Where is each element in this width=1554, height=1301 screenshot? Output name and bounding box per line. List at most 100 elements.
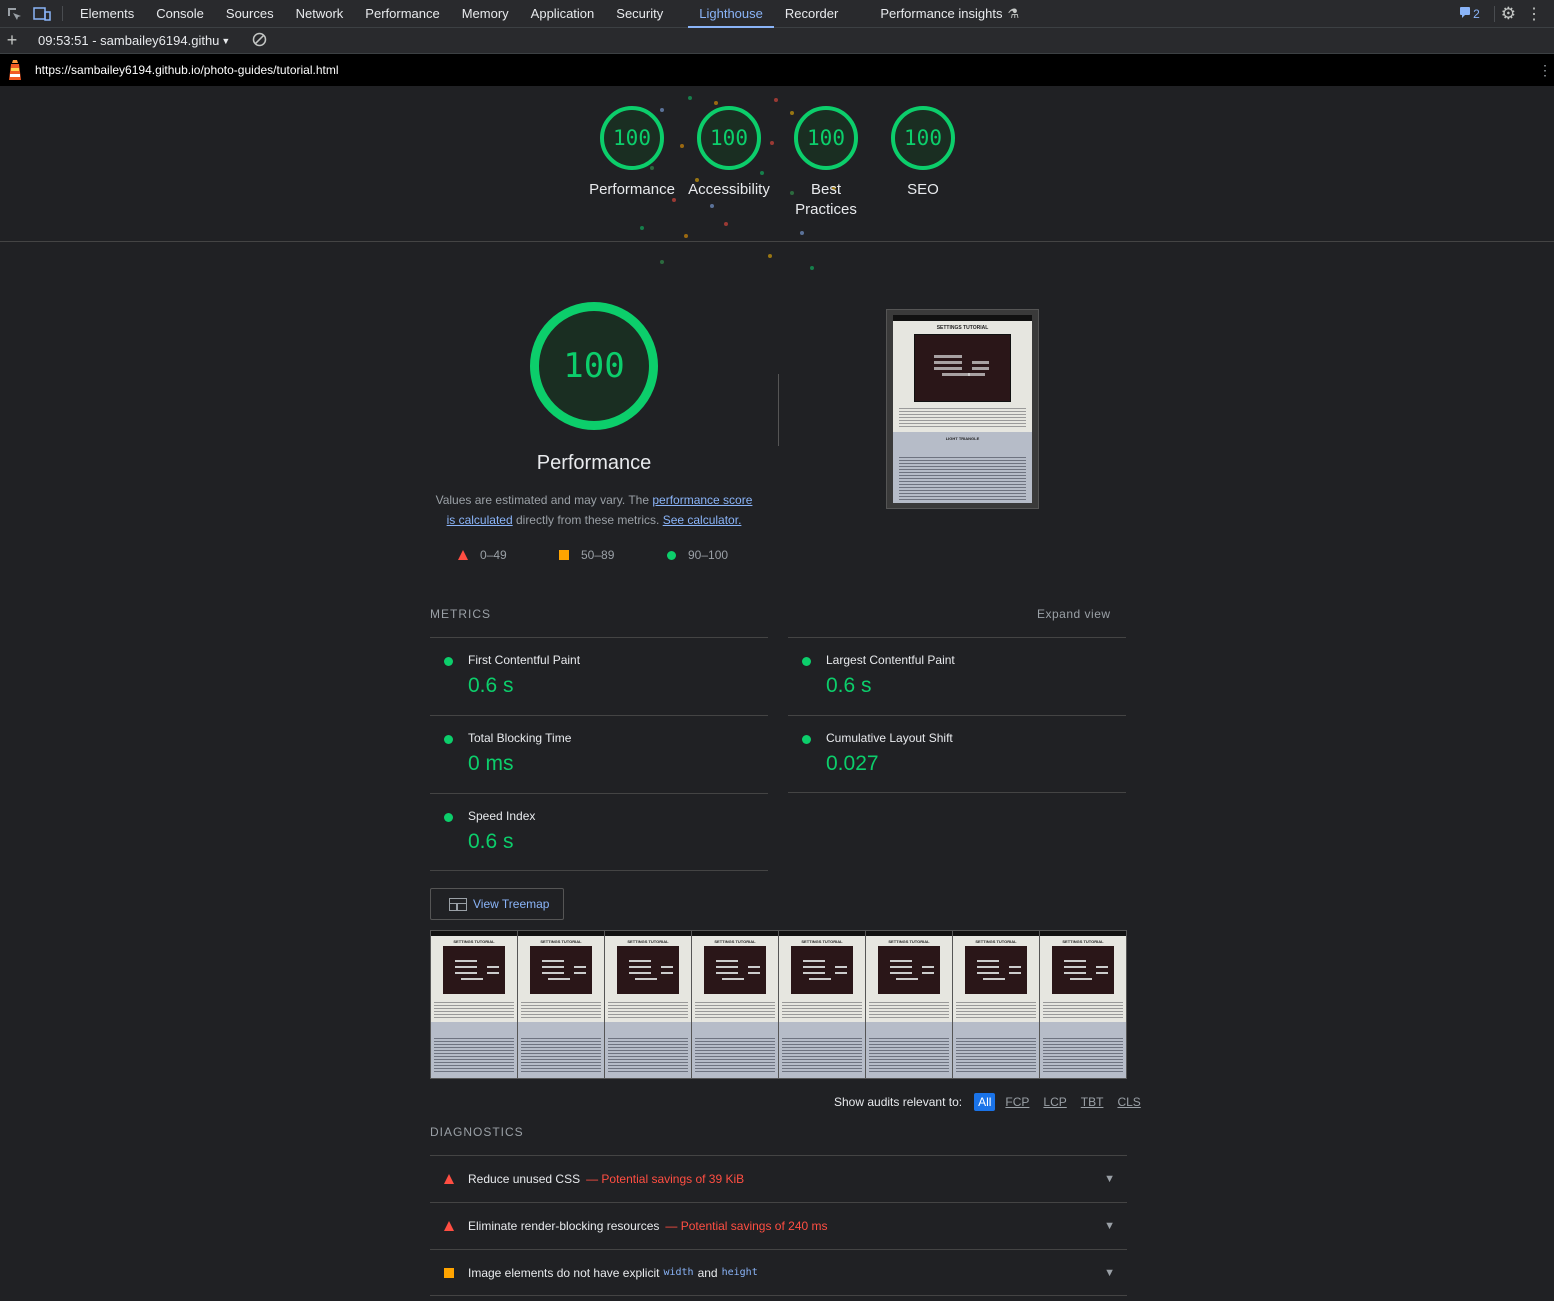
tab-elements[interactable]: Elements — [69, 0, 145, 27]
score-label: Best Practices — [795, 181, 857, 218]
score-gauge: 100 — [697, 106, 761, 170]
screenshot-page: SETTINGS TUTORIAL LIGHT TRIANGLE — [893, 315, 1032, 503]
score-gauge: 100 — [600, 106, 664, 170]
legend-pass: 90–100 — [667, 548, 728, 562]
audit-savings: — Potential savings of 39 KiB — [586, 1172, 745, 1186]
chevron-down-icon[interactable]: ▼ — [1104, 1267, 1115, 1279]
pass-circle-icon — [667, 550, 676, 560]
metric-value: 0.6 s — [468, 830, 514, 853]
confetti-dot — [714, 101, 718, 105]
divider — [778, 374, 779, 446]
metrics-heading: METRICS — [430, 607, 491, 621]
score-performance[interactable]: 100 Performance — [584, 106, 680, 200]
frame-title: SETTINGS TUTORIAL — [540, 939, 582, 944]
metric-cls: Cumulative Layout Shift 0.027 — [788, 715, 1126, 793]
confetti-dot — [640, 226, 644, 230]
confetti-dot — [684, 234, 688, 238]
pass-circle-icon — [444, 813, 453, 822]
chevron-down-icon[interactable]: ▼ — [1104, 1173, 1115, 1185]
filter-all[interactable]: All — [974, 1093, 996, 1111]
report-selector[interactable]: 09:53:51 - sambailey6194.githu ▼ — [38, 33, 230, 48]
tab-console[interactable]: Console — [145, 0, 215, 27]
see-calculator-link[interactable]: See calculator. — [663, 513, 742, 527]
filmstrip-frame: SETTINGS TUTORIAL — [1040, 931, 1126, 1078]
tab-sources[interactable]: Sources — [215, 0, 285, 27]
tab-application[interactable]: Application — [520, 0, 606, 27]
legend-average-label: 50–89 — [581, 548, 615, 562]
clear-block-icon[interactable] — [252, 32, 267, 50]
final-screenshot[interactable]: SETTINGS TUTORIAL LIGHT TRIANGLE — [886, 309, 1039, 509]
confetti-dot — [774, 98, 778, 102]
metric-value: 0.6 s — [468, 674, 514, 697]
score-label: Performance — [589, 181, 675, 198]
settings-gear-icon[interactable]: ⚙ — [1501, 4, 1516, 24]
metric-name: Total Blocking Time — [468, 731, 572, 745]
tab-performance[interactable]: Performance — [354, 0, 450, 27]
score-seo[interactable]: 100 SEO — [875, 106, 971, 200]
report-menu-icon[interactable]: ⋮ — [1538, 62, 1554, 79]
tab-lighthouse[interactable]: Lighthouse — [688, 0, 774, 28]
audit-image-dimensions[interactable]: Image elements do not have explicit widt… — [430, 1249, 1127, 1296]
score-label: SEO — [907, 181, 939, 198]
more-options-icon[interactable]: ⋮ — [1522, 4, 1546, 24]
issues-count: 2 — [1473, 6, 1480, 21]
metric-speed-index: Speed Index 0.6 s — [430, 793, 768, 871]
tab-memory[interactable]: Memory — [451, 0, 520, 27]
tab-performance-insights[interactable]: Performance insights ⚗ — [869, 0, 1030, 27]
device-toolbar-icon[interactable] — [28, 0, 56, 27]
pass-circle-icon — [802, 657, 811, 666]
filmstrip-frame: SETTINGS TUTORIAL — [692, 931, 779, 1078]
new-report-plus-icon[interactable]: + — [0, 30, 24, 51]
filmstrip-frame: SETTINGS TUTORIAL — [518, 931, 605, 1078]
average-square-icon — [559, 550, 569, 560]
screenshot-navbar — [893, 315, 1032, 321]
filter-tbt[interactable]: TBT — [1077, 1093, 1108, 1111]
score-best-practices[interactable]: 100 Best Practices — [778, 106, 874, 220]
lighthouse-logo-icon — [0, 59, 30, 81]
view-treemap-button[interactable]: View Treemap — [430, 888, 564, 920]
performance-title: Performance — [536, 452, 652, 474]
audit-unused-css[interactable]: Reduce unused CSS — Potential savings of… — [430, 1155, 1127, 1202]
filmstrip-frame: SETTINGS TUTORIAL — [779, 931, 866, 1078]
audit-render-blocking[interactable]: Eliminate render-blocking resources — Po… — [430, 1202, 1127, 1249]
score-accessibility[interactable]: 100 Accessibility — [681, 106, 777, 200]
chevron-down-icon[interactable]: ▼ — [1104, 1220, 1115, 1232]
report-url[interactable]: https://sambailey6194.github.io/photo-gu… — [35, 63, 339, 77]
score-gauge: 100 — [891, 106, 955, 170]
legend-average: 50–89 — [559, 548, 614, 562]
frame-title: SETTINGS TUTORIAL — [801, 939, 843, 944]
tab-recorder[interactable]: Recorder — [774, 0, 849, 27]
filter-fcp[interactable]: FCP — [1001, 1093, 1033, 1111]
filmstrip-frame: SETTINGS TUTORIAL — [431, 931, 518, 1078]
lighthouse-toolbar: + 09:53:51 - sambailey6194.githu ▼ — [0, 28, 1554, 54]
fail-triangle-icon — [430, 1174, 468, 1184]
confetti-dot — [710, 204, 714, 208]
confetti-dot — [724, 222, 728, 226]
metric-value: 0 ms — [468, 752, 514, 775]
frame-title: SETTINGS TUTORIAL — [888, 939, 930, 944]
inspect-element-icon[interactable] — [0, 0, 28, 27]
confetti-dot — [688, 96, 692, 100]
performance-description: Values are estimated and may vary. The p… — [432, 490, 756, 530]
expand-view-toggle[interactable]: Expand view — [1037, 607, 1111, 621]
issues-badge[interactable]: 2 — [1451, 6, 1488, 21]
diagnostics-heading: DIAGNOSTICS — [430, 1125, 524, 1139]
metric-name: Largest Contentful Paint — [826, 653, 955, 667]
tab-security[interactable]: Security — [605, 0, 674, 27]
audit-title: Eliminate render-blocking resources — [468, 1219, 660, 1233]
filter-cls[interactable]: CLS — [1113, 1093, 1144, 1111]
screenshot-text-block — [899, 405, 1026, 428]
report-selector-label: 09:53:51 - sambailey6194.githu — [38, 33, 220, 48]
tab-network[interactable]: Network — [285, 0, 355, 27]
score-label: Accessibility — [688, 181, 770, 198]
dropdown-arrow-icon: ▼ — [221, 35, 231, 46]
frame-title: SETTINGS TUTORIAL — [453, 939, 495, 944]
fail-triangle-icon — [458, 550, 468, 560]
screenshot-title: SETTINGS TUTORIAL — [936, 325, 989, 331]
flask-icon: ⚗ — [1007, 5, 1020, 21]
filter-label: Show audits relevant to: — [834, 1095, 963, 1109]
filter-lcp[interactable]: LCP — [1039, 1093, 1070, 1111]
metric-name: Speed Index — [468, 809, 536, 823]
screenshot-section-title: LIGHT TRIANGLE — [945, 435, 980, 441]
average-square-icon — [430, 1267, 468, 1278]
